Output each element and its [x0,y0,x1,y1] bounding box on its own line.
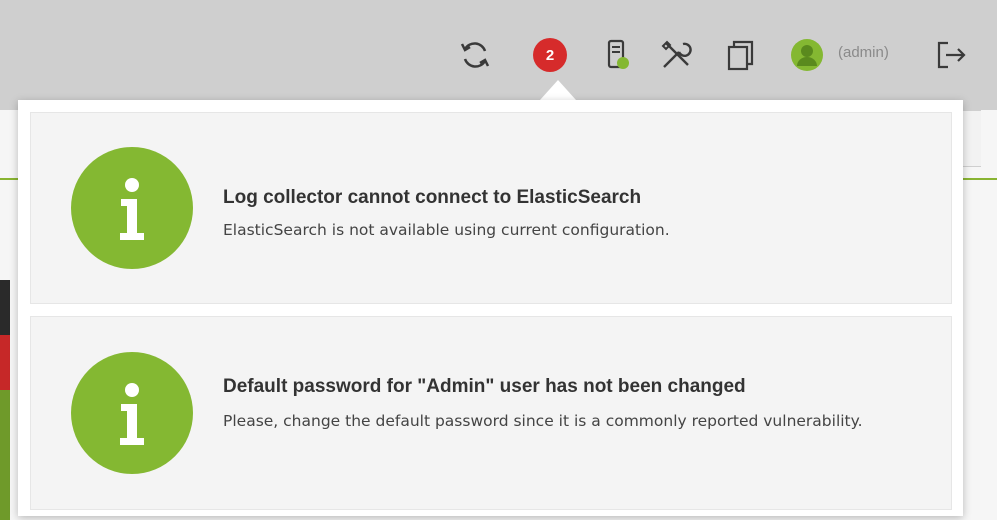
info-icon [71,352,193,474]
user-avatar-icon[interactable] [790,38,824,72]
copy-icon[interactable] [724,38,758,72]
background-strip [0,390,10,520]
background-strip [0,335,10,390]
notifications-popover: Log collector cannot connect to ElasticS… [18,100,963,516]
background-panel [960,110,981,167]
notification-body: Please, change the default password sinc… [223,412,863,430]
popover-caret [540,80,576,100]
database-status-icon[interactable] [600,38,634,72]
logout-icon[interactable] [934,38,968,72]
notification-body: ElasticSearch is not available using cur… [223,221,670,239]
background-strip [0,280,10,335]
refresh-icon[interactable] [458,38,492,72]
user-name-label[interactable]: (admin) [838,44,889,61]
notification-title: Default password for "Admin" user has no… [223,376,746,397]
info-icon [71,147,193,269]
notifications-badge[interactable]: 2 [533,38,567,72]
notification-item[interactable]: Default password for "Admin" user has no… [30,316,952,510]
notification-title: Log collector cannot connect to ElasticS… [223,187,642,208]
notification-item[interactable]: Log collector cannot connect to ElasticS… [30,112,952,304]
tools-icon[interactable] [659,38,693,72]
top-header-bar: 2 (admin) [0,0,997,110]
